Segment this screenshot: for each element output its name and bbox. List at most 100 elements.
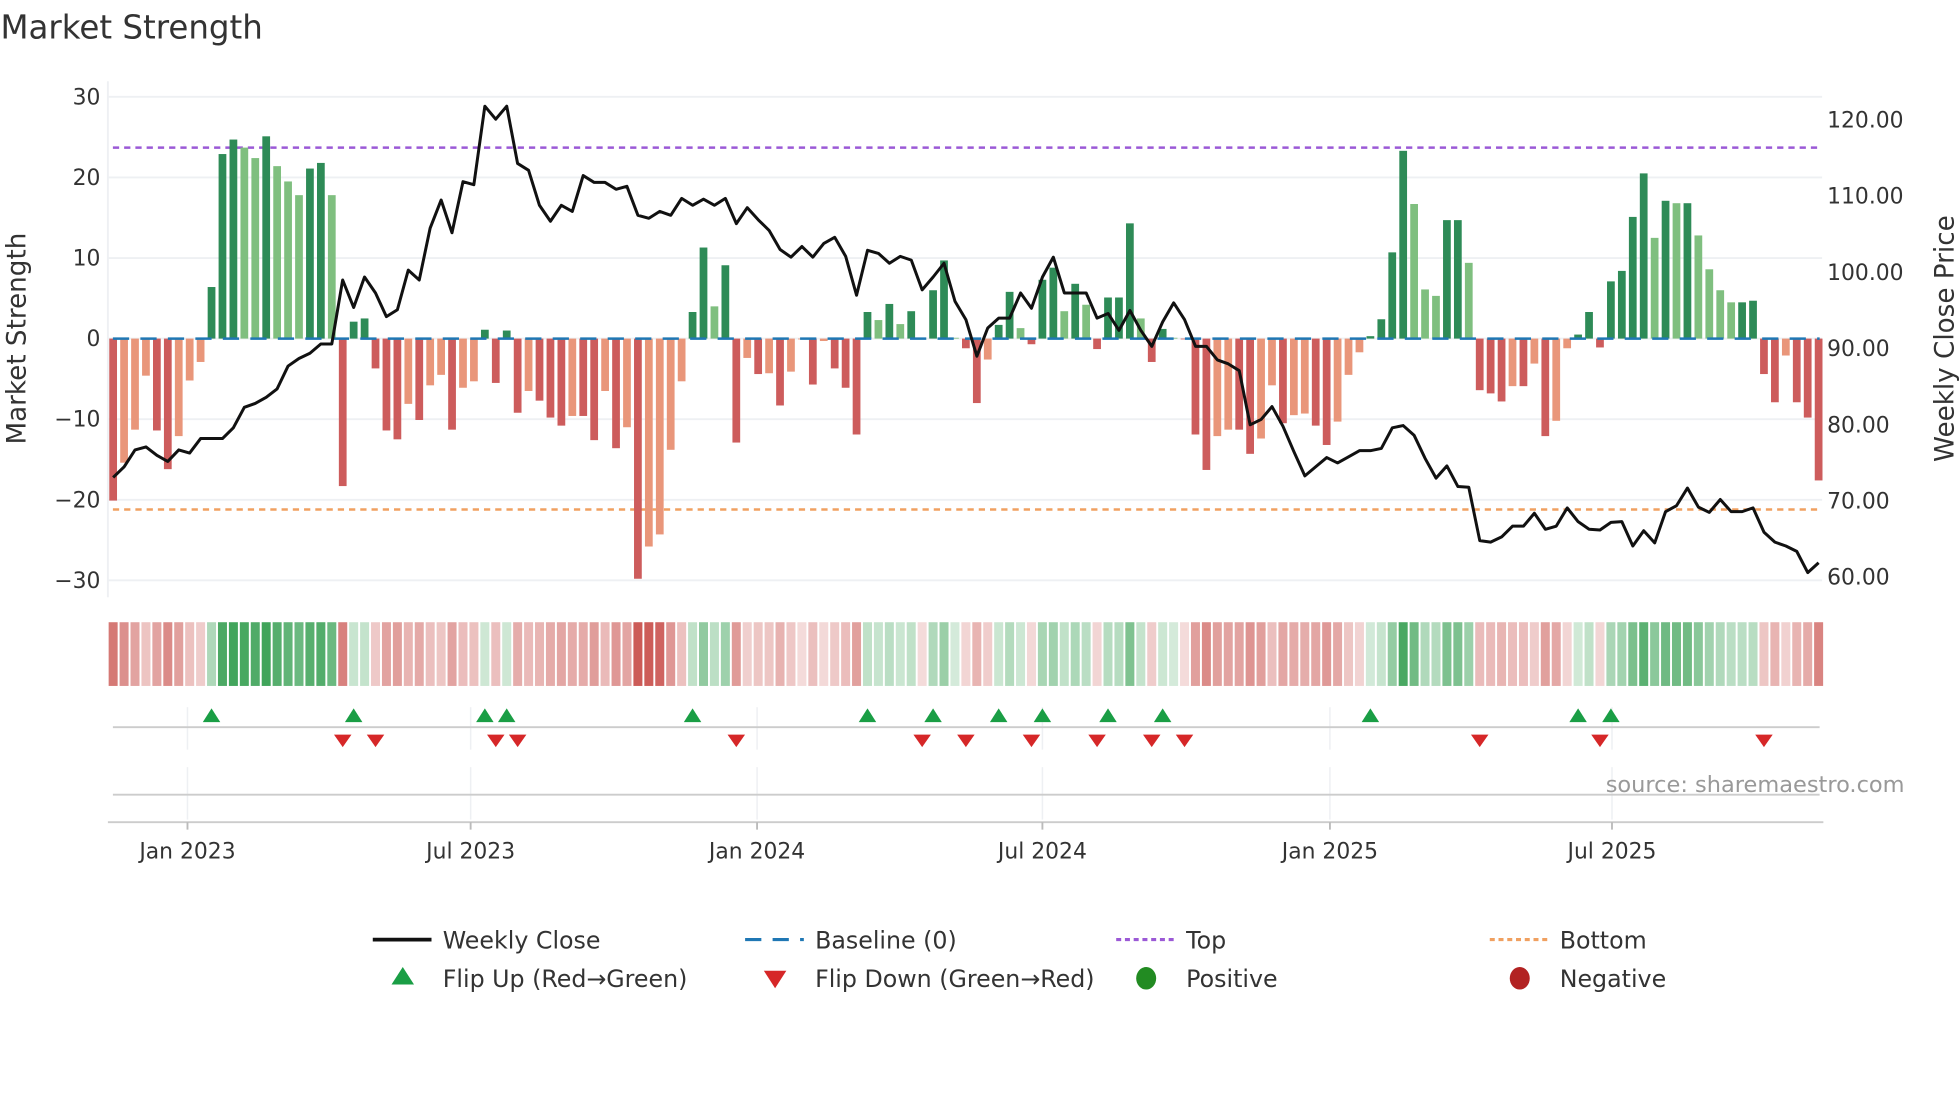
triangle-down-icon [763,970,787,989]
negative-bar [962,338,970,349]
strip-cell-positive [1453,622,1463,686]
positive-bar [1125,223,1134,339]
strip-cell-positive [1671,622,1681,686]
negative-bar [634,338,642,579]
legend-swatch-flip-down [763,970,787,989]
legend-label-top: Top [1185,926,1226,954]
strip-cell-positive [1726,622,1736,686]
strip-cell-positive [1005,622,1015,686]
strip-cell-positive [1081,622,1091,686]
positive-bar [1585,312,1593,339]
flip-up-icon [1153,708,1172,723]
strip-cell-positive [1464,622,1474,686]
strip-cell-negative [1770,622,1780,686]
positive-bar [218,154,227,339]
strip-cell-negative [1201,622,1211,686]
strip-cell-negative [1497,622,1507,686]
source-label: source: sharemaestro.com [1606,772,1905,798]
negative-bar [174,338,183,437]
negative-bar [1803,338,1812,418]
strip-cell-negative [1311,622,1321,686]
strip-cell-negative [108,622,118,686]
y-axis-label: Market Strength [2,233,32,445]
negative-bar [655,338,664,535]
legend-label-positive: Positive [1186,965,1277,993]
strip-cell-positive [349,622,359,686]
positive-bar [1617,270,1626,339]
strip-cell-positive [1617,622,1627,686]
negative-bar [983,338,992,360]
negative-bar [1486,338,1495,394]
positive-bar [1716,290,1725,339]
strip-cell-positive [1606,622,1616,686]
strip-cell-positive [1442,622,1452,686]
negative-bar [1355,338,1364,353]
flip-up-icon [1569,708,1587,723]
positive-bar [699,247,708,339]
strip-cell-positive [1016,622,1026,686]
strip-cell-negative [1223,622,1233,686]
strip-cell-negative [545,622,555,686]
positive-bar [240,147,249,339]
flip-down-icon [727,734,746,748]
flip-down-icon [1470,734,1489,748]
strip-cell-negative [1256,622,1266,686]
positive-bar [1377,319,1386,339]
strip-cell-negative [1289,622,1299,686]
negative-bar [153,338,161,431]
strip-cell-negative [830,622,840,686]
strip-cell-negative [1147,622,1157,686]
positive-bar [1705,269,1714,339]
strip-cell-negative [535,622,545,686]
strip-cell-positive [360,622,370,686]
strip-cell-negative [130,622,140,686]
negative-bar [677,338,686,382]
strip-cell-negative [1781,622,1791,686]
strip-cell-positive [1398,622,1408,686]
flip-up-icon [1033,708,1052,723]
strip-cell-negative [1814,622,1824,686]
strip-cell-positive [1376,622,1386,686]
negative-bar [732,338,741,443]
x-tick-label: Jul 2025 [1566,839,1657,864]
strip-cell-negative [1234,622,1244,686]
strip-cell-positive [316,622,326,686]
legend-label-close: Weekly Close [443,926,601,954]
negative-bar [185,338,194,381]
positive-bar [1366,336,1375,339]
flip-up-icon [858,708,877,723]
positive-bar [1639,173,1648,339]
positive-bar [1694,235,1703,339]
negative-bar [1771,338,1779,403]
strip-cell-positive [480,622,490,686]
strip-cell-negative [338,622,348,686]
y-tick-label: 10 [73,247,101,272]
strip-cell-positive [1158,622,1168,686]
flip-down-icon [487,734,505,748]
negative-bar [1322,338,1331,445]
chart-title: Market Strength [0,9,262,47]
strip-cell-negative [600,622,610,686]
strip-cell-positive [261,622,271,686]
strip-cell-positive [305,622,315,686]
strip-cell-positive [1409,622,1419,686]
strip-cell-negative [174,622,184,686]
positive-bar [1464,262,1473,339]
positive-bar [306,168,314,339]
strip-cell-negative [983,622,993,686]
strip-cell-positive [906,622,916,686]
dot-icon [1509,967,1530,990]
strip-cell-positive [272,622,282,686]
strip-cell-negative [775,622,785,686]
flip-up-icon [683,708,702,723]
legend-swatch-flip-up [391,967,415,985]
strip-cell-negative [513,622,523,686]
strip-cell-negative [1245,622,1255,686]
negative-bar [1191,338,1200,435]
strip-cell-negative [1190,622,1200,686]
flip-down-icon [366,734,385,748]
negative-bar [1760,338,1768,375]
positive-bar [688,312,697,339]
strip-cell-negative [753,622,763,686]
strip-cell-positive [1070,622,1080,686]
